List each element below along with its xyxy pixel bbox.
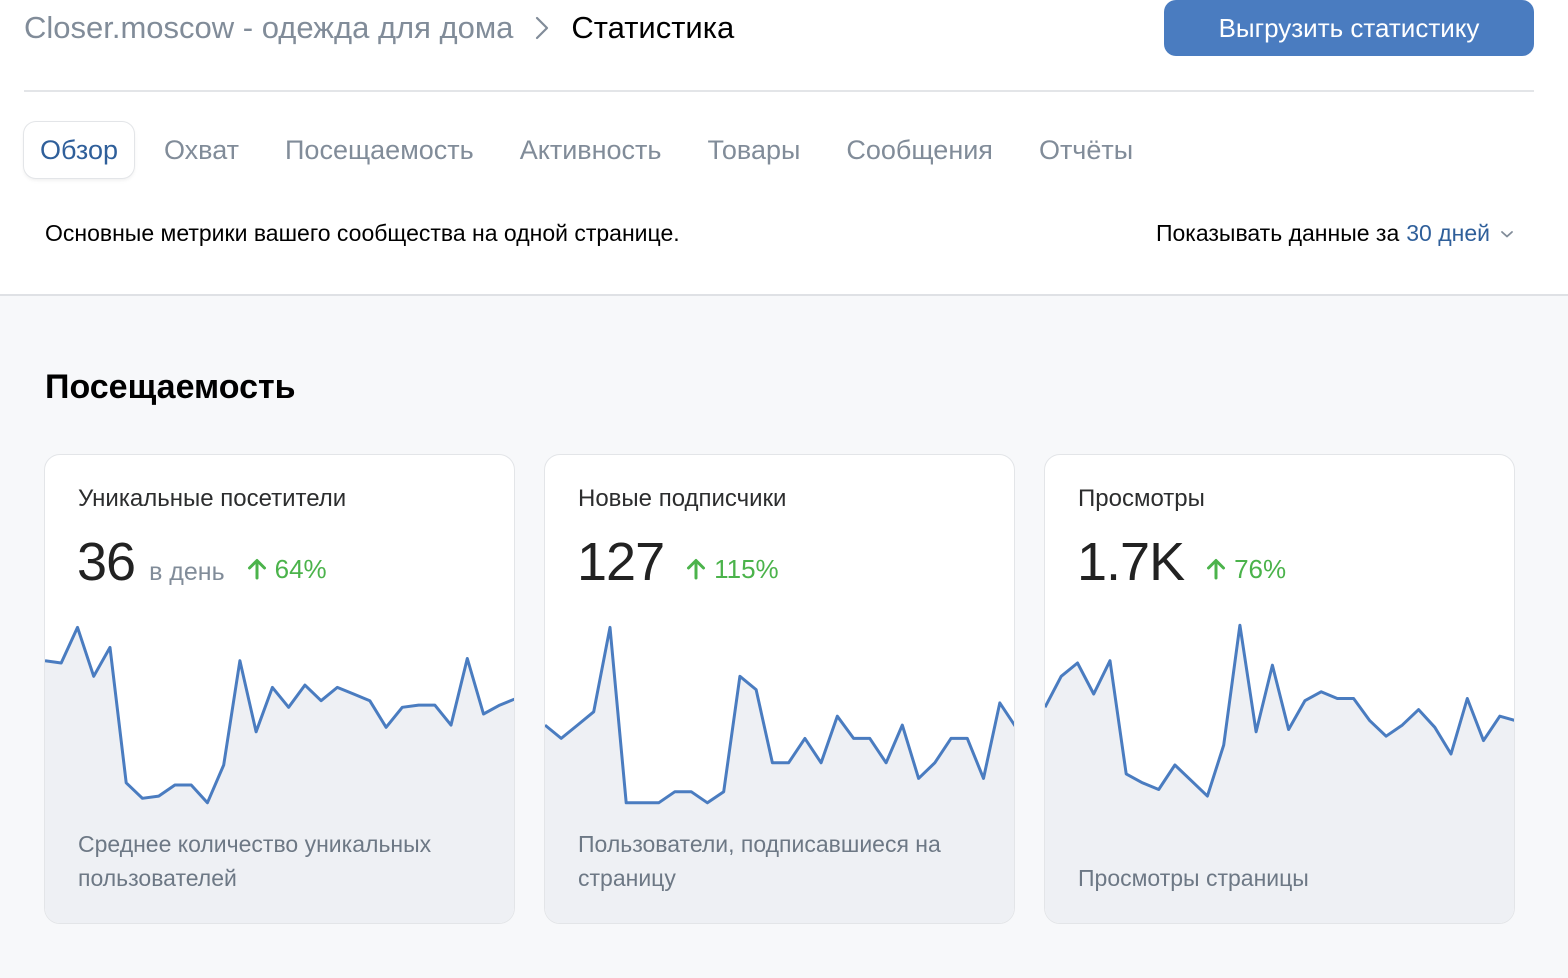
chevron-down-icon[interactable]	[1500, 229, 1514, 239]
card-metric: 1.7K 76%	[1077, 531, 1286, 592]
card-description: Просмотры страницы	[1078, 865, 1309, 891]
period-dropdown[interactable]: 30 дней	[1406, 220, 1490, 247]
card-title: Уникальные посетители	[78, 485, 347, 512]
metric-value: 127	[577, 532, 665, 592]
period-selector[interactable]: Показывать данные за 30 дней	[1156, 220, 1514, 247]
tab-reach[interactable]: Охват	[148, 122, 255, 178]
tab-bar: Обзор Охват Посещаемость Активность Това…	[24, 122, 1163, 178]
tab-overview[interactable]: Обзор	[24, 122, 134, 178]
metric-unit: в день	[149, 558, 225, 586]
metric-value: 1.7K	[1077, 532, 1185, 592]
arrow-up-icon	[247, 559, 266, 580]
tab-messages[interactable]: Сообщения	[830, 122, 1009, 178]
stat-card-unique-visitors[interactable]: Уникальные посетители 36 в день 64% Сред…	[44, 454, 515, 924]
arrow-up-icon	[1207, 559, 1226, 580]
metric-change: 76%	[1206, 554, 1286, 585]
card-metric: 127 115%	[577, 531, 779, 592]
card-title: Новые подписчики	[578, 485, 787, 512]
header-panel: Closer.moscow - одежда для дома Статисти…	[0, 0, 1568, 296]
stat-card-new-subscribers[interactable]: Новые подписчики 127 115% Пользователи, …	[544, 454, 1015, 924]
page-title: Статистика	[571, 10, 735, 45]
card-description: Среднее количество уникальных пользовате…	[78, 831, 432, 891]
section-title: Посещаемость	[45, 368, 296, 406]
metric-change: 64%	[247, 554, 327, 585]
page-description: Основные метрики вашего сообщества на од…	[45, 220, 680, 246]
metric-value: 36	[77, 532, 136, 592]
period-label: Показывать данные за	[1155, 220, 1400, 246]
card-title: Просмотры	[1078, 485, 1205, 512]
tab-activity[interactable]: Активность	[504, 122, 678, 178]
stat-card-views[interactable]: Просмотры 1.7K 76% Просмотры страницы	[1044, 454, 1515, 924]
chevron-right-icon	[535, 16, 549, 40]
arrow-up-icon	[687, 559, 706, 580]
breadcrumb: Closer.moscow - одежда для дома Статисти…	[24, 0, 734, 56]
breadcrumb-community-link[interactable]: Closer.moscow - одежда для дома	[24, 10, 513, 46]
metric-change-value: 115%	[714, 553, 779, 584]
metric-change-value: 64%	[274, 553, 327, 584]
card-metric: 36 в день 64%	[77, 531, 327, 592]
divider	[24, 90, 1534, 92]
tab-products[interactable]: Товары	[692, 122, 817, 178]
card-description: Пользователи, подписавшиеся на страницу	[578, 831, 941, 891]
tab-attendance[interactable]: Посещаемость	[269, 122, 490, 178]
export-statistics-button[interactable]: Выгрузить статистику	[1164, 0, 1534, 56]
metric-change-value: 76%	[1234, 553, 1287, 584]
metric-change: 115%	[686, 554, 779, 585]
tab-reports[interactable]: Отчёты	[1023, 122, 1149, 178]
